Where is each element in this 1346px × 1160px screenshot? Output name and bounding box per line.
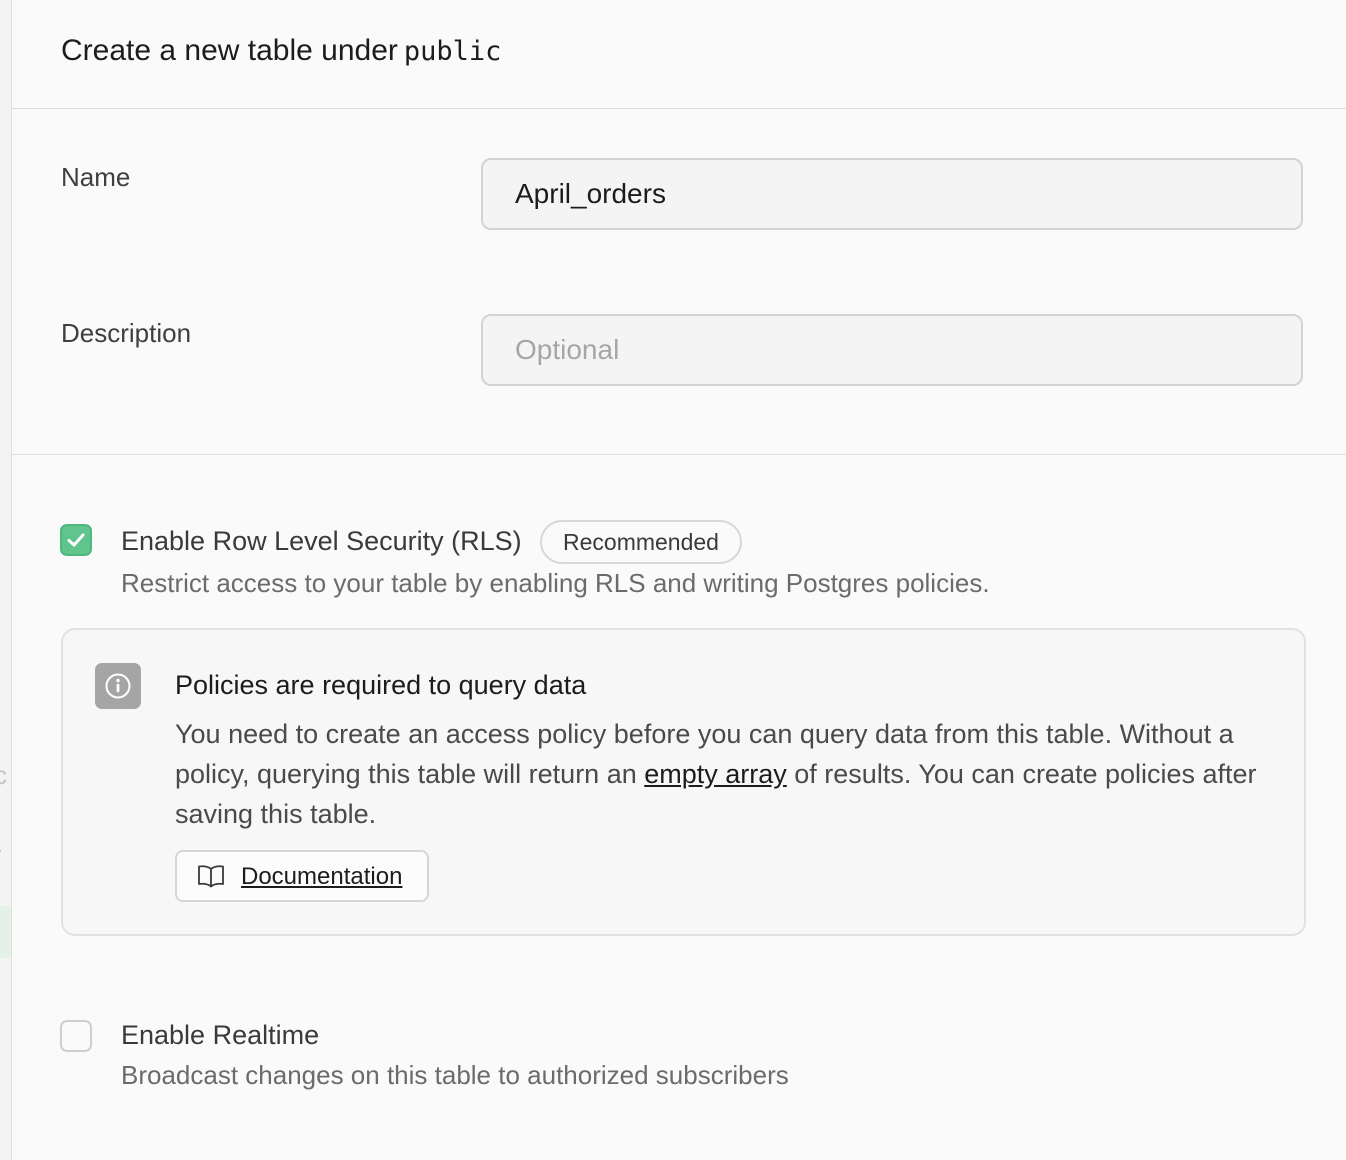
policy-alert: Policies are required to query data You … xyxy=(61,628,1306,936)
realtime-checkbox[interactable] xyxy=(60,1020,92,1052)
alert-title: Policies are required to query data xyxy=(175,670,587,700)
background-highlight xyxy=(0,906,11,958)
alert-body: You need to create an access policy befo… xyxy=(175,714,1285,834)
documentation-label: Documentation xyxy=(241,863,403,890)
rls-description: Restrict access to your table by enablin… xyxy=(121,568,990,598)
name-label: Name xyxy=(61,162,131,192)
schema-name: public xyxy=(403,36,502,67)
realtime-label[interactable]: Enable Realtime xyxy=(121,1020,319,1051)
background-text-fragment: r xyxy=(0,842,1,868)
description-input[interactable] xyxy=(481,314,1303,386)
rls-checkbox[interactable] xyxy=(60,524,92,556)
panel-title-text: Create a new table under xyxy=(61,34,398,67)
info-icon xyxy=(95,663,141,709)
background-page-edge: c r xyxy=(0,0,12,1160)
book-icon xyxy=(198,865,224,888)
background-text-fragment: c xyxy=(0,760,7,791)
create-table-panel: Create a new table underpublic Name Desc… xyxy=(12,0,1346,1160)
recommended-badge: Recommended xyxy=(540,520,742,564)
description-label: Description xyxy=(61,318,192,348)
section-divider xyxy=(12,454,1346,455)
documentation-button[interactable]: Documentation xyxy=(175,850,429,902)
empty-array-link[interactable]: empty array xyxy=(644,759,787,789)
realtime-description: Broadcast changes on this table to autho… xyxy=(121,1060,789,1090)
rls-label[interactable]: Enable Row Level Security (RLS) xyxy=(121,526,522,557)
panel-title: Create a new table under public xyxy=(61,34,501,68)
panel-header: Create a new table under public xyxy=(12,0,1346,109)
check-icon xyxy=(67,533,85,547)
name-input[interactable] xyxy=(481,158,1303,230)
